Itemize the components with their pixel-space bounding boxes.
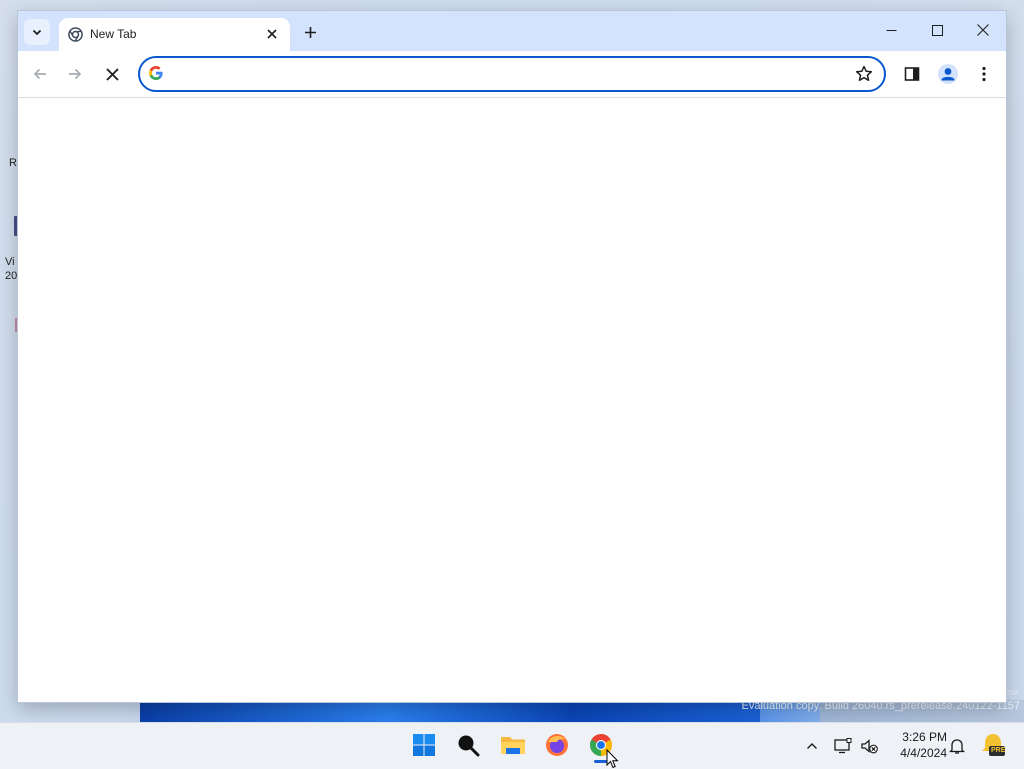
new-tab-button[interactable]	[298, 20, 322, 44]
close-icon	[267, 29, 277, 39]
minimize-button[interactable]	[868, 11, 914, 49]
browser-window: New Tab	[18, 11, 1006, 702]
forward-button[interactable]	[63, 62, 87, 86]
person-icon	[938, 64, 958, 84]
notifications-button[interactable]	[946, 735, 968, 757]
close-window-button[interactable]	[960, 11, 1006, 49]
kebab-icon	[982, 66, 986, 82]
x-icon	[105, 67, 119, 81]
network-icon	[834, 738, 852, 754]
side-panel-icon	[904, 67, 920, 81]
google-g-icon	[149, 66, 163, 80]
arrow-left-icon	[33, 68, 46, 80]
search-button[interactable]	[453, 730, 483, 760]
page-content	[18, 98, 1006, 702]
chevron-up-icon	[807, 743, 817, 749]
folder-icon	[501, 737, 525, 754]
arrow-right-icon	[69, 68, 82, 80]
maximize-icon	[931, 24, 943, 36]
search-icon	[458, 735, 480, 757]
file-explorer-button[interactable]	[498, 730, 528, 760]
desktop-label-fragment: Vi	[5, 256, 15, 268]
tab-title: New Tab	[90, 27, 137, 41]
system-clock[interactable]: 3:26 PM 4/4/2024	[885, 729, 947, 761]
notification-bell-icon	[949, 739, 965, 754]
watermark-fragment: ew	[1005, 687, 1018, 698]
windows-start-icon	[413, 734, 435, 756]
plus-icon	[304, 26, 316, 38]
tab-close-button[interactable]	[262, 24, 282, 44]
minimize-icon	[886, 29, 896, 31]
browser-toolbar	[18, 51, 1006, 98]
tab-search-button[interactable]	[24, 19, 50, 45]
mouse-cursor-icon	[606, 749, 619, 769]
wallpaper-ribbon	[140, 700, 760, 722]
back-button[interactable]	[28, 62, 52, 86]
firefox-button[interactable]	[542, 730, 572, 760]
volume-muted-icon	[861, 739, 878, 754]
address-bar[interactable]	[138, 56, 886, 92]
maximize-button[interactable]	[914, 11, 960, 49]
start-button[interactable]	[409, 730, 439, 760]
stop-loading-button[interactable]	[100, 62, 124, 86]
taskbar: 3:26 PM 4/4/2024 PRE	[0, 722, 1024, 769]
desktop-label-fragment: 20	[5, 270, 18, 282]
desktop-label-fragment: R	[9, 157, 17, 169]
chevron-down-icon	[32, 29, 42, 36]
firefox-icon	[546, 734, 568, 756]
side-panel-button[interactable]	[900, 62, 924, 86]
close-icon	[977, 24, 989, 36]
chrome-favicon	[68, 27, 83, 42]
star-icon[interactable]	[854, 64, 874, 84]
volume-button[interactable]	[858, 735, 880, 757]
profile-button[interactable]	[936, 62, 960, 86]
network-button[interactable]	[832, 735, 854, 757]
pre-badge-label: PRE	[991, 747, 1006, 754]
clock-date: 4/4/2024	[900, 746, 947, 760]
address-input[interactable]	[172, 62, 836, 88]
tab-new-tab[interactable]: New Tab	[59, 18, 290, 51]
pre-release-badge-icon	[982, 734, 1005, 756]
clock-time: 3:26 PM	[902, 730, 947, 744]
show-hidden-icons-button[interactable]	[801, 735, 823, 757]
tab-strip: New Tab	[18, 11, 1006, 51]
browser-menu-button[interactable]	[972, 62, 996, 86]
pre-release-badge[interactable]: PRE	[980, 732, 1006, 758]
